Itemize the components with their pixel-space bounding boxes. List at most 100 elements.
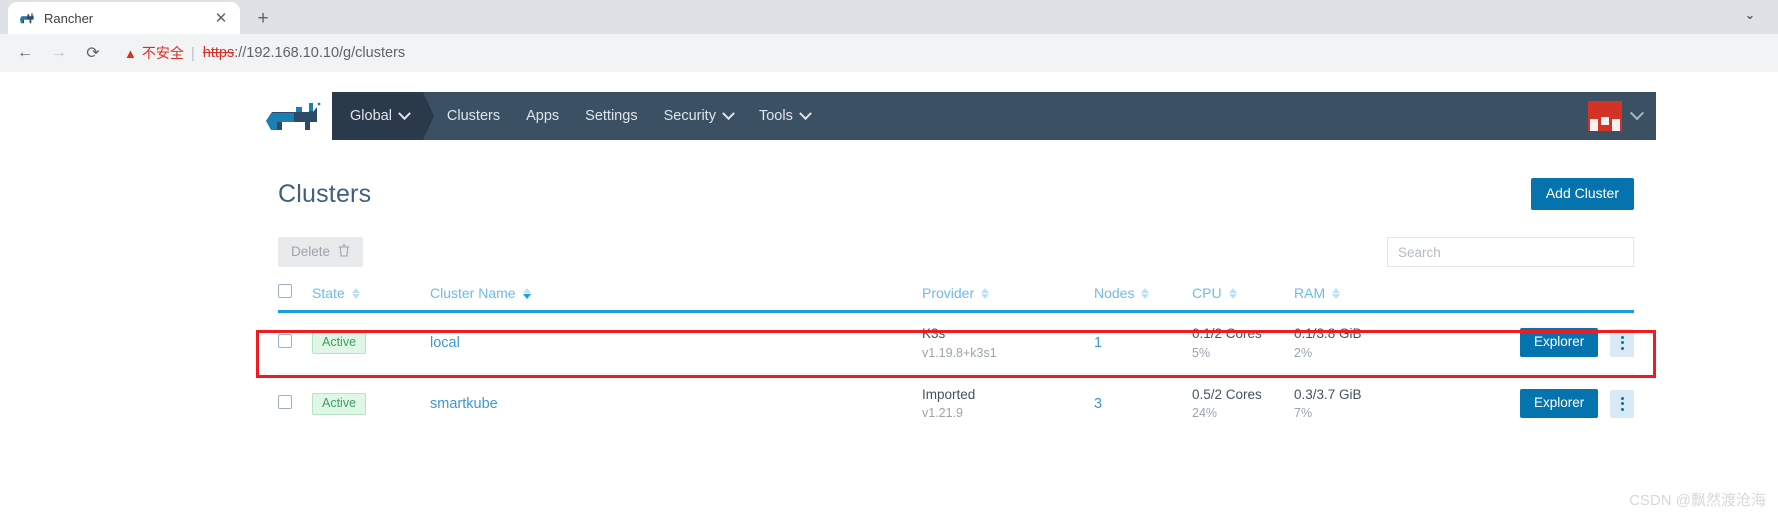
- table-toolbar: Delete: [256, 236, 1656, 268]
- chevron-down-icon: [798, 106, 812, 120]
- column-label: RAM: [1294, 285, 1326, 301]
- row-state-cell: Active: [312, 373, 430, 433]
- back-button[interactable]: ←: [10, 38, 40, 68]
- sort-icon[interactable]: [1141, 287, 1150, 299]
- page-body: Global Clusters Apps Settings Security T…: [0, 72, 1778, 518]
- nav-items: Clusters Apps Settings Security Tools: [447, 92, 812, 140]
- ram-value: 0.3/3.7 GiB: [1294, 386, 1362, 402]
- rancher-logo[interactable]: [256, 92, 332, 140]
- provider-name: K3s: [922, 326, 946, 341]
- user-avatar[interactable]: [1588, 101, 1622, 131]
- sort-icon[interactable]: [981, 287, 990, 299]
- nodes-count-link[interactable]: 3: [1094, 396, 1102, 412]
- column-header-ram[interactable]: RAM: [1294, 278, 1402, 313]
- new-tab-button[interactable]: +: [248, 3, 278, 33]
- nav-item-clusters[interactable]: Clusters: [447, 108, 500, 124]
- page-title: Clusters: [278, 179, 372, 208]
- table-head: State Cluster Name Provider Nodes CPU RA…: [278, 278, 1634, 313]
- row-nodes-cell[interactable]: 3: [1094, 373, 1192, 433]
- row-menu-icon[interactable]: [1610, 328, 1634, 357]
- browser-tab-rancher[interactable]: Rancher ✕: [8, 2, 240, 34]
- row-select-cell[interactable]: [278, 311, 312, 374]
- table-header-row: State Cluster Name Provider Nodes CPU RA…: [278, 278, 1634, 313]
- browser-chrome: Rancher ✕ + ⌄ ← → ⟳ ▲ 不安全 | https://192.…: [0, 0, 1778, 72]
- row-actions-cell: Explorer: [1402, 311, 1634, 374]
- search-box[interactable]: [1387, 237, 1634, 267]
- row-actions-cell: Explorer: [1402, 373, 1634, 433]
- column-label: Nodes: [1094, 285, 1135, 301]
- column-label: CPU: [1192, 285, 1222, 301]
- url-scheme: https: [202, 45, 235, 61]
- nav-right-group: [1588, 92, 1656, 140]
- tab-close-icon[interactable]: ✕: [212, 9, 230, 27]
- sort-icon[interactable]: [1228, 287, 1237, 299]
- sort-icon-active[interactable]: [522, 287, 531, 299]
- nav-item-label: Apps: [526, 108, 560, 124]
- sort-icon[interactable]: [1332, 287, 1341, 299]
- explorer-button[interactable]: Explorer: [1519, 389, 1599, 418]
- browser-toolbar: ← → ⟳ ▲ 不安全 | https://192.168.10.10/g/cl…: [0, 34, 1778, 72]
- url-rest: ://192.168.10.10/g/clusters: [234, 45, 406, 61]
- row-cpu-cell: 0.1/2 Cores 5%: [1192, 311, 1294, 374]
- nav-item-apps[interactable]: Apps: [526, 108, 559, 124]
- delete-button[interactable]: Delete: [278, 237, 364, 267]
- row-nodes-cell[interactable]: 1: [1094, 311, 1192, 374]
- ram-value: 0.1/3.8 GiB: [1294, 326, 1362, 341]
- nav-item-security[interactable]: Security: [663, 106, 735, 124]
- nav-item-label: Security: [663, 108, 716, 124]
- chevron-down-icon: [722, 106, 735, 120]
- row-menu-icon[interactable]: [1610, 389, 1634, 418]
- nodes-count-link[interactable]: 1: [1094, 335, 1102, 351]
- address-bar[interactable]: ▲ 不安全 | https://192.168.10.10/g/clusters: [112, 40, 1768, 66]
- select-all-header[interactable]: [278, 278, 312, 313]
- row-name-cell[interactable]: smartkube: [430, 373, 922, 433]
- nav-global-scope[interactable]: Global: [332, 92, 434, 140]
- column-label: Cluster Name: [430, 285, 516, 301]
- provider-name: Imported: [922, 386, 976, 402]
- cluster-name-link[interactable]: local: [430, 335, 460, 351]
- nav-item-settings[interactable]: Settings: [585, 108, 637, 124]
- column-header-nodes[interactable]: Nodes: [1094, 278, 1192, 313]
- reload-button[interactable]: ⟳: [78, 38, 108, 68]
- select-all-checkbox[interactable]: [278, 284, 292, 298]
- rancher-navbar: Global Clusters Apps Settings Security T…: [332, 92, 1656, 140]
- window-collapse-icon[interactable]: ⌄: [1736, 4, 1764, 26]
- row-provider-cell: K3s v1.19.8+k3s1: [922, 311, 1094, 374]
- chevron-down-icon[interactable]: [1629, 106, 1645, 121]
- security-warning-text: 不安全: [141, 45, 184, 61]
- nav-item-tools[interactable]: Tools: [758, 106, 812, 124]
- warning-triangle-icon: ▲: [124, 45, 137, 61]
- column-label: Provider: [922, 285, 975, 301]
- column-header-state[interactable]: State: [312, 278, 430, 313]
- search-input[interactable]: [1398, 244, 1623, 260]
- column-header-provider[interactable]: Provider: [922, 278, 1094, 313]
- row-state-cell: Active: [312, 311, 430, 374]
- table-row[interactable]: Active local K3s v1.19.8+k3s1 1 0.1/2 Co…: [278, 311, 1634, 374]
- explorer-button[interactable]: Explorer: [1519, 328, 1599, 358]
- rancher-header-bar: Global Clusters Apps Settings Security T…: [256, 92, 1656, 140]
- rancher-favicon-icon: [18, 10, 35, 27]
- add-cluster-button[interactable]: Add Cluster: [1530, 178, 1634, 210]
- row-select-cell[interactable]: [278, 373, 312, 433]
- column-label: State: [312, 285, 345, 301]
- table-row[interactable]: Active smartkube Imported v1.21.9 3 0.5/…: [278, 373, 1634, 433]
- row-name-cell[interactable]: local: [430, 311, 922, 374]
- nav-global-label: Global: [350, 108, 392, 124]
- nav-item-label: Clusters: [446, 108, 501, 124]
- row-cpu-cell: 0.5/2 Cores 24%: [1192, 373, 1294, 433]
- sort-icon[interactable]: [351, 287, 360, 299]
- forward-button[interactable]: →: [44, 38, 74, 68]
- watermark: CSDN @飘然渡沧海: [1629, 492, 1766, 509]
- cpu-value: 0.1/2 Cores: [1192, 326, 1262, 341]
- row-checkbox[interactable]: [278, 334, 292, 349]
- nav-item-label: Tools: [758, 108, 793, 124]
- row-provider-cell: Imported v1.21.9: [922, 373, 1094, 433]
- trash-icon: [338, 244, 350, 260]
- row-checkbox[interactable]: [278, 395, 292, 410]
- status-badge: Active: [312, 331, 367, 354]
- tab-title: Rancher: [44, 10, 94, 26]
- column-header-cpu[interactable]: CPU: [1192, 278, 1294, 313]
- column-header-cluster-name[interactable]: Cluster Name: [430, 278, 922, 313]
- cluster-name-link[interactable]: smartkube: [430, 396, 498, 412]
- cpu-percent: 5%: [1192, 345, 1211, 360]
